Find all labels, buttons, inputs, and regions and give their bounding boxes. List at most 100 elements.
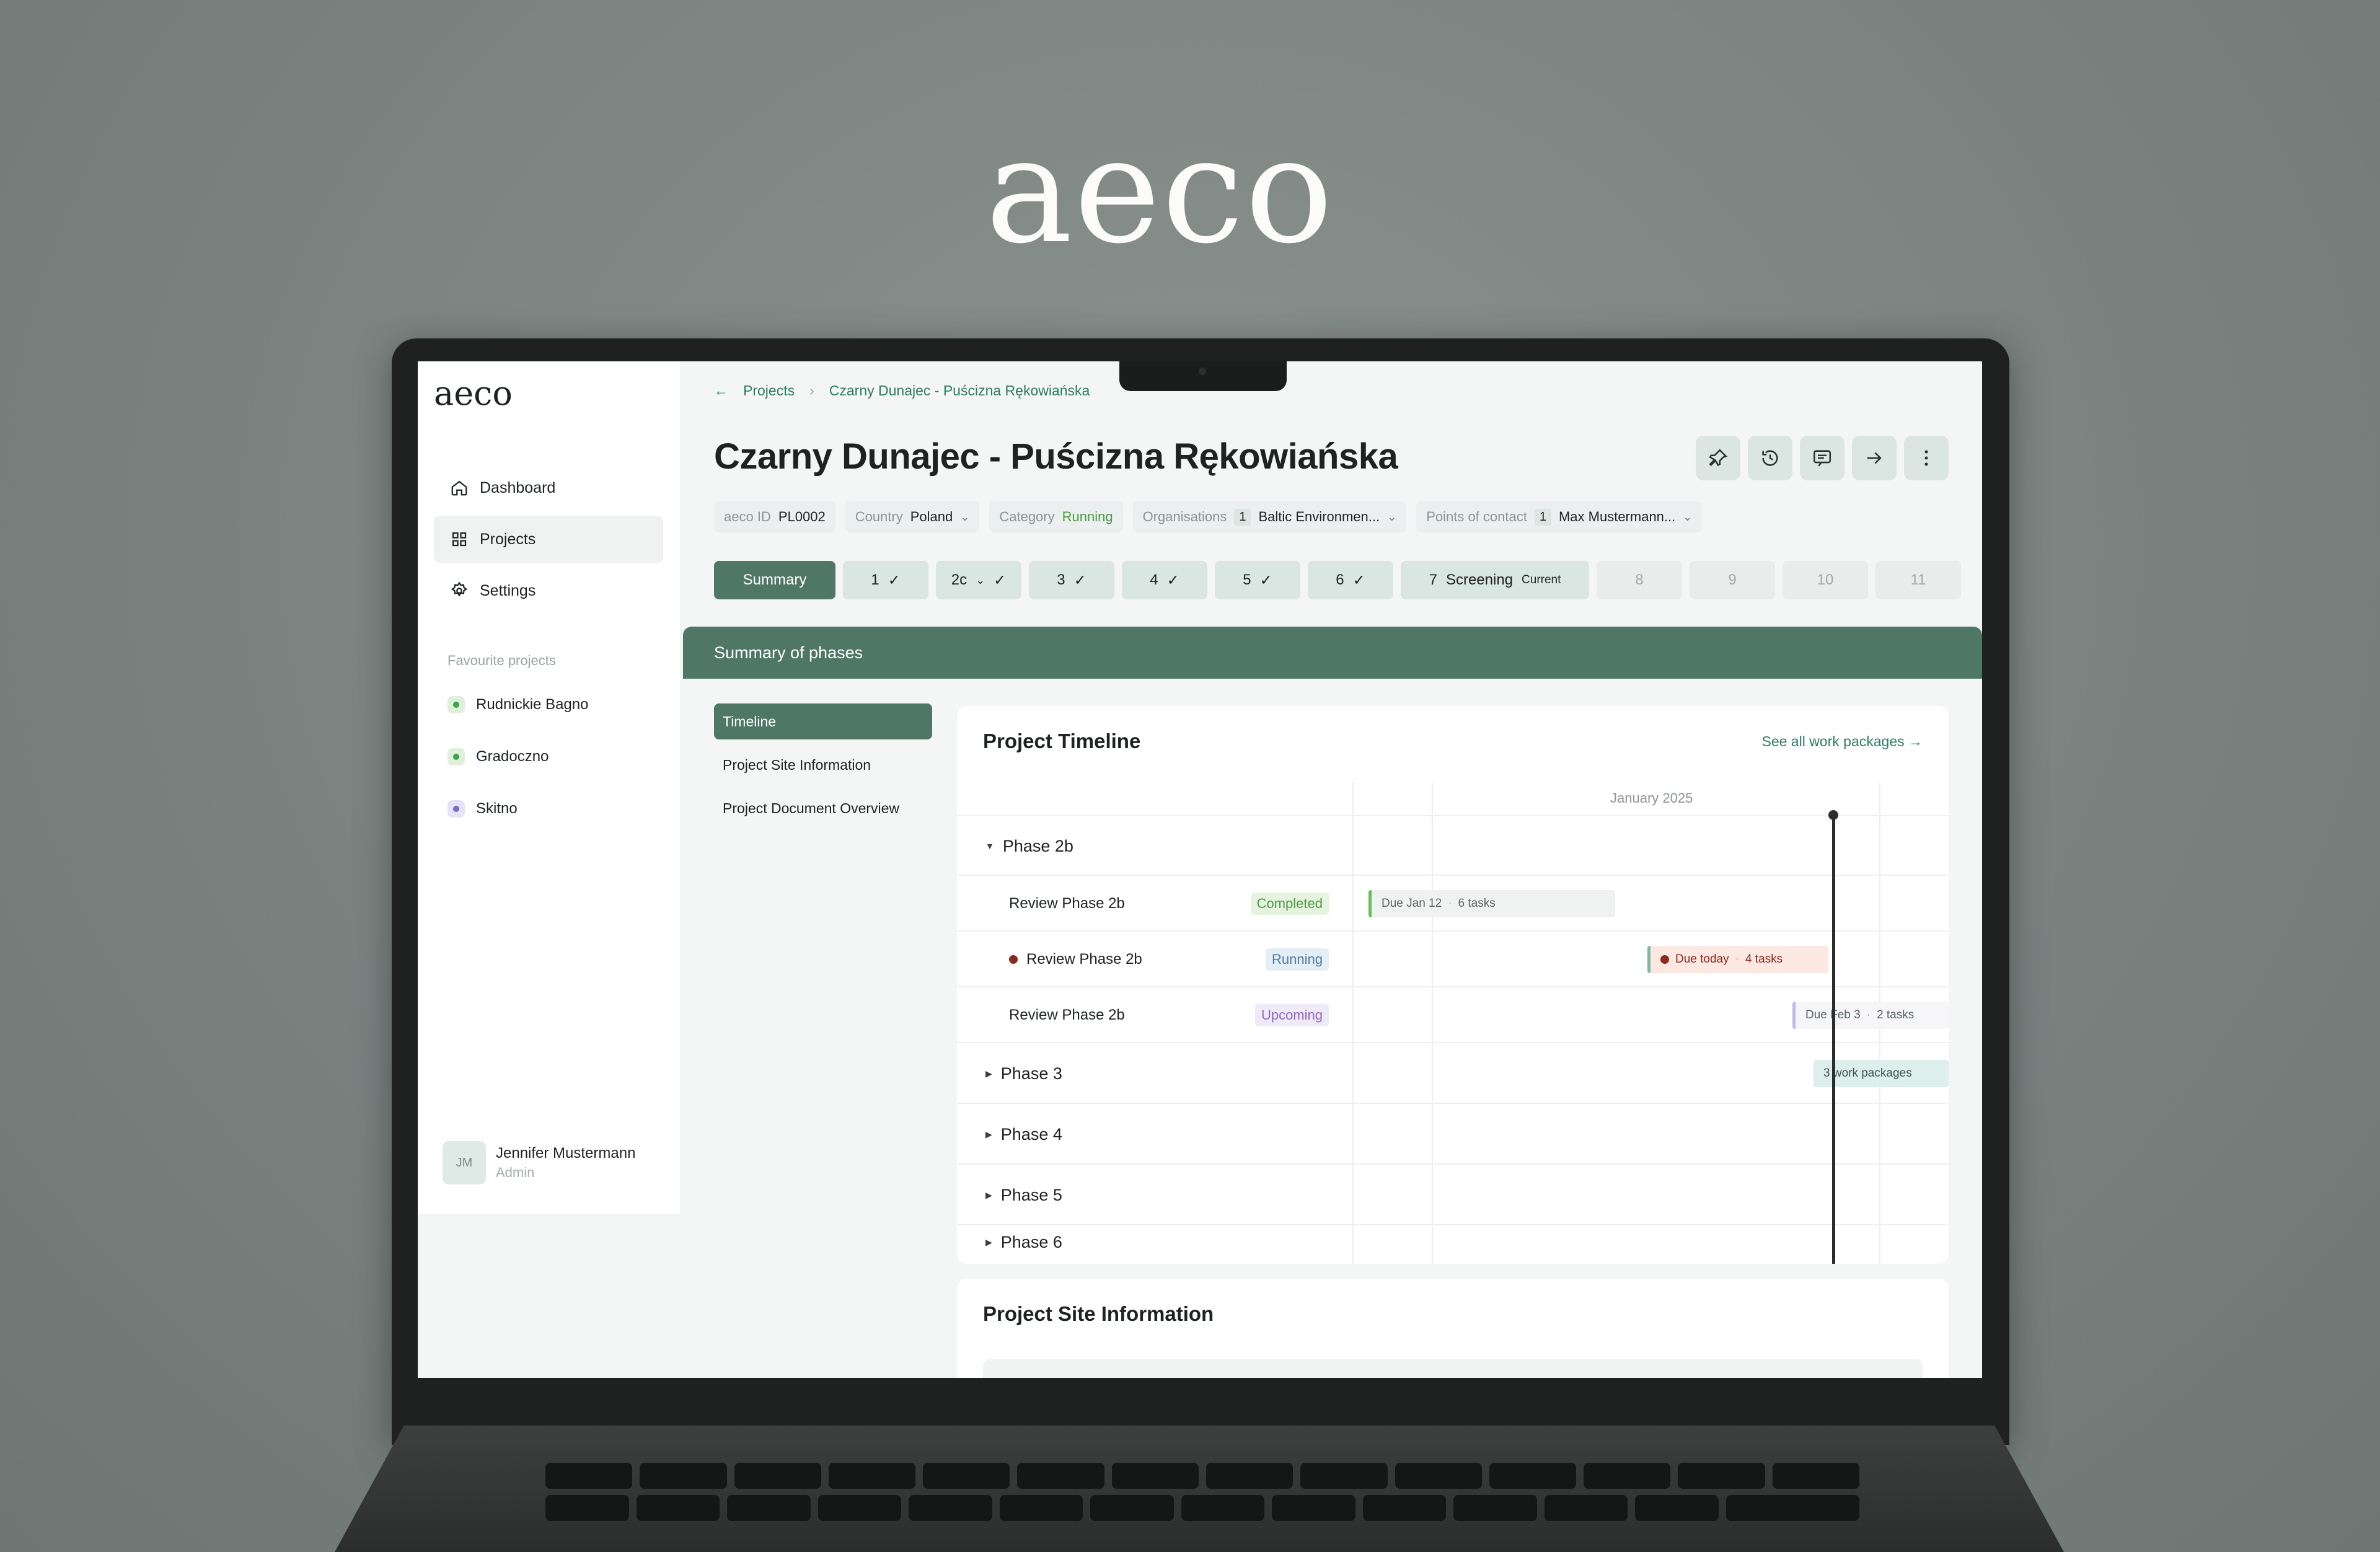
chip-value: Poland <box>910 509 953 524</box>
summary-subnav: Timeline Project Site Information Projec… <box>714 703 932 834</box>
chip-label: Organisations <box>1142 509 1227 524</box>
tab-phase-11[interactable]: 11 <box>1875 561 1961 599</box>
tab-phase-2c[interactable]: 2c ⌄ ✓ <box>936 561 1021 599</box>
tab-label: 3 <box>1057 571 1065 588</box>
gantt-bar[interactable]: Due Feb 3 · 2 tasks <box>1792 1002 1949 1029</box>
see-all-work-packages-link[interactable]: See all work packages → <box>1761 733 1923 750</box>
phase-tabs: Summary 1 ✓ 2c ⌄ ✓ 3 ✓ 4 ✓ 5 ✓ 6 ✓ 7 Screening … <box>714 561 1961 599</box>
phase-label-wrap: ▶ Phase 4 <box>985 1125 1062 1144</box>
tab-phase-3[interactable]: 3 ✓ <box>1029 561 1114 599</box>
aeco-id-chip: aeco ID PL0002 <box>714 501 835 532</box>
task-row[interactable]: Review Phase 2b Upcoming Due Feb 3 · 2 tas… <box>957 986 1949 1043</box>
sidebar-item-label: Dashboard <box>480 478 556 496</box>
phase-label: Phase 6 <box>1000 1233 1062 1251</box>
sidebar-item-projects[interactable]: Projects <box>434 516 663 563</box>
favourite-item[interactable]: Gradoczno <box>447 748 549 765</box>
back-arrow-icon[interactable]: ← <box>714 382 728 399</box>
favourite-dot-icon <box>447 748 465 765</box>
app-logo[interactable]: aeco <box>434 374 513 413</box>
tab-phase-10[interactable]: 10 <box>1783 561 1868 599</box>
organisations-select[interactable]: Organisations 1 Baltic Environmen... ⌄ <box>1132 501 1407 532</box>
tab-phase-6[interactable]: 6 ✓ <box>1308 561 1393 599</box>
favourite-dot-icon <box>447 696 465 713</box>
project-site-information-card: Project Site Information <box>957 1279 1949 1378</box>
favourite-item[interactable]: Skitno <box>447 800 518 818</box>
breadcrumb-current[interactable]: Czarny Dunajec - Puścizna Rękowiańska <box>829 382 1090 399</box>
tab-phase-7-current[interactable]: 7 Screening Current <box>1401 561 1589 599</box>
task-label: Review Phase 2b <box>1009 1007 1125 1023</box>
alert-dot-icon <box>1009 955 1018 964</box>
caret-right-icon: ▶ <box>985 1129 992 1139</box>
phase-label: Phase 5 <box>1000 1185 1062 1204</box>
project-timeline-card: Project Timeline See all work packages →… <box>957 706 1949 1264</box>
sidebar-item-settings[interactable]: Settings <box>434 567 663 614</box>
phase-label-wrap: ▼ Phase 2b <box>985 837 1073 856</box>
chip-value: Max Mustermann... <box>1558 509 1676 524</box>
chip-label: aeco ID <box>724 509 771 524</box>
task-row[interactable]: Review Phase 2b Completed Due Jan 12 · 6 t… <box>957 875 1949 932</box>
favourite-label: Gradoczno <box>476 748 549 765</box>
arrow-right-icon <box>1867 452 1882 464</box>
favourite-item[interactable]: Rudnickie Bagno <box>447 696 588 713</box>
app-screen: aeco Dashboard Projects Settings Favouri… <box>418 361 1982 1378</box>
chevron-down-icon: ⌄ <box>1387 510 1397 523</box>
chip-label: Category <box>999 509 1055 524</box>
tab-phase-name: Screening <box>1445 571 1514 588</box>
gantt-bar[interactable]: Due today · 4 tasks <box>1647 946 1828 973</box>
chip-label: Country <box>855 509 903 524</box>
favourites-title: Favourite projects <box>447 653 556 668</box>
status-badge: Running <box>1266 948 1329 971</box>
breadcrumb-projects-link[interactable]: Projects <box>743 382 795 399</box>
phase-label-wrap: ▶ Phase 6 <box>985 1233 1062 1252</box>
history-button[interactable] <box>1748 436 1792 480</box>
month-label: January 2025 <box>1610 790 1693 806</box>
subnav-document-overview[interactable]: Project Document Overview <box>714 790 932 826</box>
phase-row[interactable]: ▶ Phase 4 <box>957 1103 1949 1165</box>
history-icon <box>1762 450 1778 466</box>
summary-of-phases-header: Summary of phases <box>683 627 1982 679</box>
chip-value: PL0002 <box>778 509 826 524</box>
user-profile[interactable]: JM Jennifer Mustermann Admin <box>443 1141 635 1184</box>
tab-phase-9[interactable]: 9 <box>1690 561 1775 599</box>
phase-row[interactable]: ▶ Phase 6 <box>957 1224 1949 1264</box>
tab-phase-4[interactable]: 4 ✓ <box>1122 561 1207 599</box>
comment-icon <box>1813 450 1831 467</box>
task-label: Review Phase 2b <box>1009 895 1125 912</box>
tab-phase-5[interactable]: 5 ✓ <box>1215 561 1300 599</box>
tab-summary[interactable]: Summary <box>714 561 835 599</box>
country-select[interactable]: Country Poland ⌄ <box>845 501 980 532</box>
check-icon: ✓ <box>1073 571 1086 589</box>
grid-icon <box>452 532 467 547</box>
subnav-timeline[interactable]: Timeline <box>714 703 932 739</box>
tab-label: 7 <box>1429 571 1437 588</box>
chevron-down-icon: ⌄ <box>976 573 985 586</box>
task-label-wrap: Review Phase 2b <box>1009 951 1142 968</box>
keyboard <box>545 1463 1859 1552</box>
avatar: JM <box>443 1141 486 1184</box>
phase-row[interactable]: ▼ Phase 2b <box>957 815 1949 876</box>
chevron-down-icon: ⌄ <box>960 510 970 523</box>
gantt-tasks: 6 tasks <box>1458 897 1496 910</box>
sidebar-item-label: Projects <box>480 530 536 548</box>
alert-dot-icon <box>1660 955 1669 964</box>
pin-button[interactable] <box>1696 436 1740 480</box>
tab-label: 1 <box>871 571 879 588</box>
gantt-due: Due today <box>1675 953 1729 966</box>
more-button[interactable] <box>1904 436 1949 480</box>
tab-label: 6 <box>1336 571 1344 588</box>
contacts-select[interactable]: Points of contact 1 Max Mustermann... ⌄ <box>1416 501 1703 532</box>
tab-phase-8[interactable]: 8 <box>1597 561 1682 599</box>
check-icon: ✓ <box>888 571 901 589</box>
phase-row[interactable]: ▶ Phase 3 3 work packages <box>957 1042 1949 1104</box>
subnav-site-information[interactable]: Project Site Information <box>714 747 932 783</box>
phase-row[interactable]: ▶ Phase 5 <box>957 1163 1949 1225</box>
comment-button[interactable] <box>1800 436 1844 480</box>
sidebar-item-dashboard[interactable]: Dashboard <box>434 464 663 511</box>
forward-button[interactable] <box>1852 436 1897 480</box>
gantt-bar[interactable]: Due Jan 12 · 6 tasks <box>1368 890 1615 917</box>
task-row[interactable]: Review Phase 2b Running Due today · 4 task… <box>957 930 1949 987</box>
current-badge: Current <box>1522 573 1561 586</box>
sidebar-item-label: Settings <box>480 581 536 599</box>
tab-phase-1[interactable]: 1 ✓ <box>843 561 928 599</box>
status-badge: Upcoming <box>1254 1004 1329 1026</box>
